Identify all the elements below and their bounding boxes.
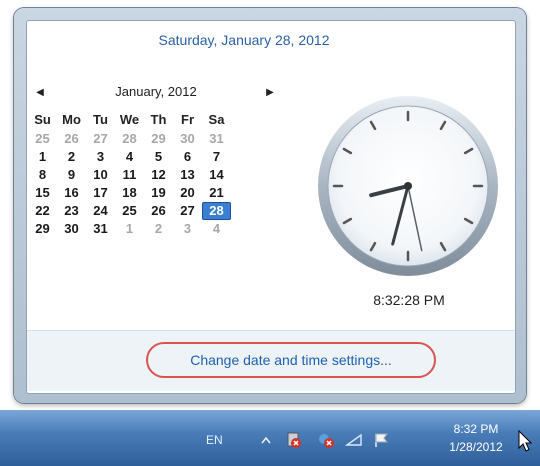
month-title[interactable]: January, 2012 xyxy=(36,84,276,99)
taskbar-time: 8:32 PM xyxy=(453,422,499,436)
calendar-day[interactable]: 26 xyxy=(57,130,86,148)
calendar-navigation: ◀ January, 2012 ▶ xyxy=(36,82,274,104)
calendar-day[interactable]: 24 xyxy=(86,202,115,220)
weekday-header: Sa xyxy=(208,112,225,127)
calendar-day[interactable]: 9 xyxy=(57,166,86,184)
long-date-link[interactable]: Saturday, January 28, 2012 xyxy=(0,32,488,48)
weekday-header: Su xyxy=(34,112,51,127)
calendar-day[interactable]: 15 xyxy=(28,184,57,202)
calendar-day[interactable]: 17 xyxy=(86,184,115,202)
language-indicator[interactable]: EN xyxy=(206,433,223,447)
calendar-day[interactable]: 29 xyxy=(144,130,173,148)
action-center-icon[interactable] xyxy=(284,430,304,450)
clock-face xyxy=(318,96,498,276)
calendar-grid: Su Mo Tu We Th Fr Sa 25 26 27 28 29 30 31 1 2 3 4 5 6 7 8 9 10 1… xyxy=(28,112,231,238)
weekday-header: Mo xyxy=(62,112,81,127)
calendar-day[interactable]: 2 xyxy=(57,148,86,166)
calendar-day[interactable]: 23 xyxy=(57,202,86,220)
calendar-day[interactable]: 31 xyxy=(202,130,231,148)
settings-link-label: Change date and time settings... xyxy=(190,352,392,368)
weekday-header: Tu xyxy=(93,112,108,127)
calendar-day[interactable]: 3 xyxy=(86,148,115,166)
calendar-day[interactable]: 18 xyxy=(115,184,144,202)
calendar-day[interactable]: 28 xyxy=(115,130,144,148)
calendar-day[interactable]: 16 xyxy=(57,184,86,202)
calendar-day[interactable]: 14 xyxy=(202,166,231,184)
calendar-day[interactable]: 4 xyxy=(115,148,144,166)
calendar-day[interactable]: 11 xyxy=(115,166,144,184)
taskbar-date: 1/28/2012 xyxy=(449,440,503,454)
calendar-day[interactable]: 6 xyxy=(173,148,202,166)
weekday-header: Fr xyxy=(181,112,194,127)
calendar-day[interactable]: 12 xyxy=(144,166,173,184)
calendar-day[interactable]: 25 xyxy=(28,130,57,148)
calendar-day[interactable]: 8 xyxy=(28,166,57,184)
network-icon[interactable] xyxy=(344,430,364,450)
next-month-button[interactable]: ▶ xyxy=(260,82,280,102)
weekday-header: We xyxy=(119,112,140,127)
weekday-header: Th xyxy=(150,112,167,127)
mouse-pointer-icon xyxy=(518,429,533,457)
security-alert-icon[interactable] xyxy=(316,430,336,450)
action-center-flag-icon[interactable] xyxy=(372,430,392,450)
analog-clock xyxy=(314,92,502,280)
digital-time: 8:32:28 PM xyxy=(373,292,445,308)
calendar-day[interactable]: 25 xyxy=(115,202,144,220)
calendar-day[interactable]: 29 xyxy=(28,220,57,238)
calendar-day[interactable]: 31 xyxy=(86,220,115,238)
calendar-day[interactable]: 3 xyxy=(173,220,202,238)
calendar-day[interactable]: 26 xyxy=(144,202,173,220)
calendar-day[interactable]: 27 xyxy=(86,130,115,148)
calendar-day[interactable]: 13 xyxy=(173,166,202,184)
calendar-day[interactable]: 27 xyxy=(173,202,202,220)
calendar-day[interactable]: 5 xyxy=(144,148,173,166)
calendar-day[interactable]: 22 xyxy=(28,202,57,220)
change-date-time-settings-link[interactable]: Change date and time settings... xyxy=(146,342,436,378)
calendar-day[interactable]: 30 xyxy=(173,130,202,148)
calendar-day[interactable]: 21 xyxy=(202,184,231,202)
calendar-day[interactable]: 1 xyxy=(28,148,57,166)
calendar-day[interactable]: 20 xyxy=(173,184,202,202)
calendar-day[interactable]: 7 xyxy=(202,148,231,166)
show-hidden-icons-arrow-icon[interactable] xyxy=(256,430,276,450)
calendar-day[interactable]: 30 xyxy=(57,220,86,238)
calendar-day-selected[interactable]: 28 xyxy=(202,202,231,220)
taskbar-clock[interactable]: 8:32 PM 1/28/2012 xyxy=(436,420,516,456)
calendar-day[interactable]: 2 xyxy=(144,220,173,238)
calendar-day[interactable]: 1 xyxy=(115,220,144,238)
calendar-day[interactable]: 10 xyxy=(86,166,115,184)
calendar-day[interactable]: 19 xyxy=(144,184,173,202)
calendar-day[interactable]: 4 xyxy=(202,220,231,238)
